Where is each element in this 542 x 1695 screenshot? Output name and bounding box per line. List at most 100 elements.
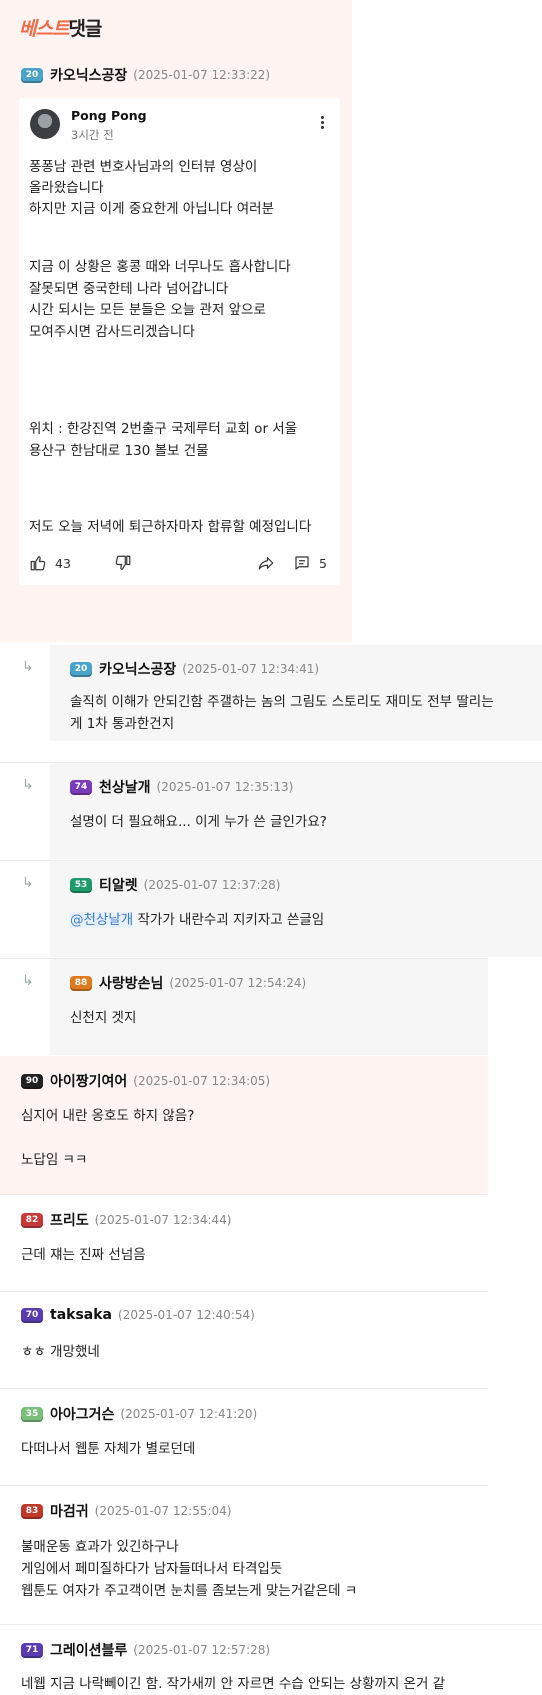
- best-comment-label: 베스트댓글: [19, 14, 102, 41]
- reply-arrow-icon: ↳: [22, 973, 34, 989]
- nickname[interactable]: 아이짱기여어: [50, 1071, 127, 1091]
- comment-text: 네웹 지금 나락뻬이긴 함. 작가새끼 안 자르면 수습 안되는 상황까지 온거…: [21, 1676, 446, 1692]
- level-badge: 88: [70, 975, 92, 991]
- comment-text: 솔직히 이해가 안되긴함 주갤하는 놈의 그림도 스토리도 재미도 전부 딸리는: [70, 694, 494, 710]
- comment-header: 53 티알렛 (2025-01-07 12:37:28): [70, 875, 280, 895]
- comment-header: 88 사랑방손님 (2025-01-07 12:54:24): [70, 973, 306, 993]
- comment-date: (2025-01-07 12:34:44): [94, 1213, 232, 1227]
- comment-item: 71 그레이션블루 (2025-01-07 12:57:28) 네웹 지금 나락…: [0, 1624, 542, 1692]
- reply-item: ↳ 88 사랑방손님 (2025-01-07 12:54:24) 신천지 겟지: [0, 958, 488, 1056]
- embedded-comment-card: Pong Pong 3시간 전 퐁퐁남 관련 변호사님과의 인터뷰 영상이 올라…: [19, 98, 340, 585]
- reply-arrow-icon: ↳: [22, 875, 34, 891]
- comment-item: 70 taksaka (2025-01-07 12:40:54) ㅎㅎ 개망했네: [0, 1291, 488, 1389]
- reply-count: 5: [319, 555, 327, 571]
- card-author: Pong Pong: [71, 108, 147, 123]
- level-badge: 70: [21, 1307, 43, 1323]
- nickname[interactable]: 티알렛: [99, 875, 138, 895]
- comment-text: ㅎㅎ 개망했네: [21, 1344, 100, 1360]
- level-badge: 83: [21, 1503, 43, 1519]
- comment-text: 심지어 내란 옹호도 하지 않음?: [21, 1108, 195, 1124]
- card-line: 잘못되면 중국한테 나라 넘어갑니다: [29, 281, 229, 297]
- nickname[interactable]: 사랑방손님: [99, 973, 163, 993]
- comment-date: (2025-01-07 12:37:28): [143, 878, 281, 892]
- comment-date: (2025-01-07 12:40:54): [118, 1308, 255, 1322]
- thumbs-down-icon: [115, 555, 131, 570]
- level-badge: 82: [21, 1212, 43, 1228]
- card-line: 용산구 한남대로 130 볼보 건물: [29, 443, 209, 459]
- comment-date: (2025-01-07 12:54:24): [169, 976, 307, 990]
- comment-icon: [295, 556, 309, 570]
- reply-item: ↳ 53 티알렛 (2025-01-07 12:37:28) @천상날개 작가가…: [0, 860, 542, 958]
- reply-count-button[interactable]: 5: [293, 554, 327, 572]
- card-line: 저도 오늘 저녁에 퇴근하자마자 합류할 예정입니다: [29, 519, 312, 535]
- card-line: 지금 이 상황은 홍콩 때와 너무나도 흡사합니다: [29, 259, 291, 275]
- comment-text: 다떠나서 웹툰 자체가 별로던데: [21, 1441, 196, 1457]
- comment-date: (2025-01-07 12:34:41): [182, 662, 320, 676]
- dislike-button[interactable]: [114, 554, 132, 572]
- nickname[interactable]: 프리도: [50, 1210, 89, 1230]
- comment-date: (2025-01-07 12:35:13): [156, 780, 294, 794]
- level-badge: 20: [21, 67, 43, 83]
- like-count: 43: [55, 555, 71, 571]
- level-badge: 35: [21, 1406, 43, 1422]
- avatar: [30, 109, 60, 139]
- comment-text-rest: 작가가 내란수괴 지키자고 쓴글임: [133, 912, 325, 928]
- comment-item: 83 마검귀 (2025-01-07 12:55:04) 불매운동 효과가 있긴…: [0, 1485, 488, 1625]
- thumbs-up-icon: [30, 556, 46, 571]
- like-button[interactable]: 43: [29, 554, 71, 572]
- comment-date: (2025-01-07 12:33:22): [133, 68, 271, 82]
- comment-date: (2025-01-07 12:34:05): [133, 1074, 271, 1088]
- comment-item: 35 아아그거슨 (2025-01-07 12:41:20) 다떠나서 웹툰 자…: [0, 1388, 488, 1486]
- comment-header: 83 마검귀 (2025-01-07 12:55:04): [21, 1501, 231, 1521]
- comment-header: 35 아아그거슨 (2025-01-07 12:41:20): [21, 1404, 257, 1424]
- card-line: 위치 : 한강진역 2번출구 국제루터 교회 or 서울: [29, 421, 298, 437]
- comment-text: 게 1차 통과한건지: [70, 716, 175, 732]
- level-badge: 74: [70, 779, 92, 795]
- level-badge: 20: [70, 661, 92, 677]
- comment-header: 70 taksaka (2025-01-07 12:40:54): [21, 1307, 255, 1323]
- comment-header: 90 아이짱기여어 (2025-01-07 12:34:05): [21, 1071, 270, 1091]
- nickname[interactable]: 천상날개: [99, 777, 151, 797]
- reply-item: ↳ 74 천상날개 (2025-01-07 12:35:13) 설명이 더 필요…: [0, 762, 542, 860]
- comment-header: 71 그레이션블루 (2025-01-07 12:57:28): [21, 1640, 270, 1660]
- best-label-part1: 베스트: [19, 18, 69, 40]
- level-badge: 90: [21, 1073, 43, 1089]
- card-time: 3시간 전: [71, 128, 114, 142]
- best-comment-section: 베스트댓글 20 카오닉스공장 (2025-01-07 12:33:22) Po…: [0, 0, 352, 642]
- comment-header: 74 천상날개 (2025-01-07 12:35:13): [70, 777, 293, 797]
- more-menu-icon[interactable]: [321, 116, 325, 132]
- comment-text: 설명이 더 필요해요... 이게 누가 쓴 글인가요?: [70, 814, 327, 830]
- nickname[interactable]: 그레이션블루: [50, 1640, 127, 1660]
- card-actions: 43 5: [29, 554, 334, 578]
- comment-date: (2025-01-07 12:55:04): [94, 1504, 232, 1518]
- card-line: 하지만 지금 이게 중요한게 아닙니다 여러분: [29, 201, 275, 217]
- nickname[interactable]: 아아그거슨: [50, 1404, 114, 1424]
- comment-date: (2025-01-07 12:41:20): [120, 1407, 258, 1421]
- comment-text: 불매운동 효과가 있긴하구나: [21, 1539, 179, 1555]
- share-button[interactable]: [257, 554, 275, 572]
- nickname[interactable]: taksaka: [50, 1307, 112, 1323]
- share-icon: [258, 557, 274, 570]
- comment-text: 게임에서 페미질하다가 남자들떠나서 타격입듯: [21, 1561, 283, 1577]
- mention-link[interactable]: @천상날개: [70, 912, 134, 928]
- comment-header: 82 프리도 (2025-01-07 12:34:44): [21, 1210, 231, 1230]
- nickname[interactable]: 카오닉스공장: [99, 659, 176, 679]
- comment-date: (2025-01-07 12:57:28): [133, 1643, 271, 1657]
- nickname[interactable]: 카오닉스공장: [50, 65, 127, 85]
- comment-text: 노답임 ㅋㅋ: [21, 1152, 88, 1168]
- card-line: 모여주시면 감사드리겠습니다: [29, 324, 195, 340]
- comment-text: 웹툰도 여자가 주고객이면 눈치를 좀보는게 맞는거같은데 ㅋ: [21, 1583, 358, 1599]
- reply-arrow-icon: ↳: [22, 659, 34, 675]
- best-comment-header: 20 카오닉스공장 (2025-01-07 12:33:22): [21, 65, 270, 85]
- card-line: 시간 되시는 모든 분들은 오늘 관저 앞으로: [29, 302, 266, 318]
- level-badge: 53: [70, 877, 92, 893]
- best-label-part2: 댓글: [68, 18, 102, 40]
- comment-item: 82 프리도 (2025-01-07 12:34:44) 근데 쟤는 진짜 선넘…: [0, 1194, 488, 1292]
- nickname[interactable]: 마검귀: [50, 1501, 89, 1521]
- reply-arrow-icon: ↳: [22, 777, 34, 793]
- level-badge: 71: [21, 1642, 43, 1658]
- comment-text: 신천지 겟지: [70, 1010, 137, 1026]
- comment-header: 20 카오닉스공장 (2025-01-07 12:34:41): [70, 659, 319, 679]
- comment-text: @천상날개 작가가 내란수괴 지키자고 쓴글임: [70, 909, 324, 931]
- comment-text: 근데 쟤는 진짜 선넘음: [21, 1247, 146, 1263]
